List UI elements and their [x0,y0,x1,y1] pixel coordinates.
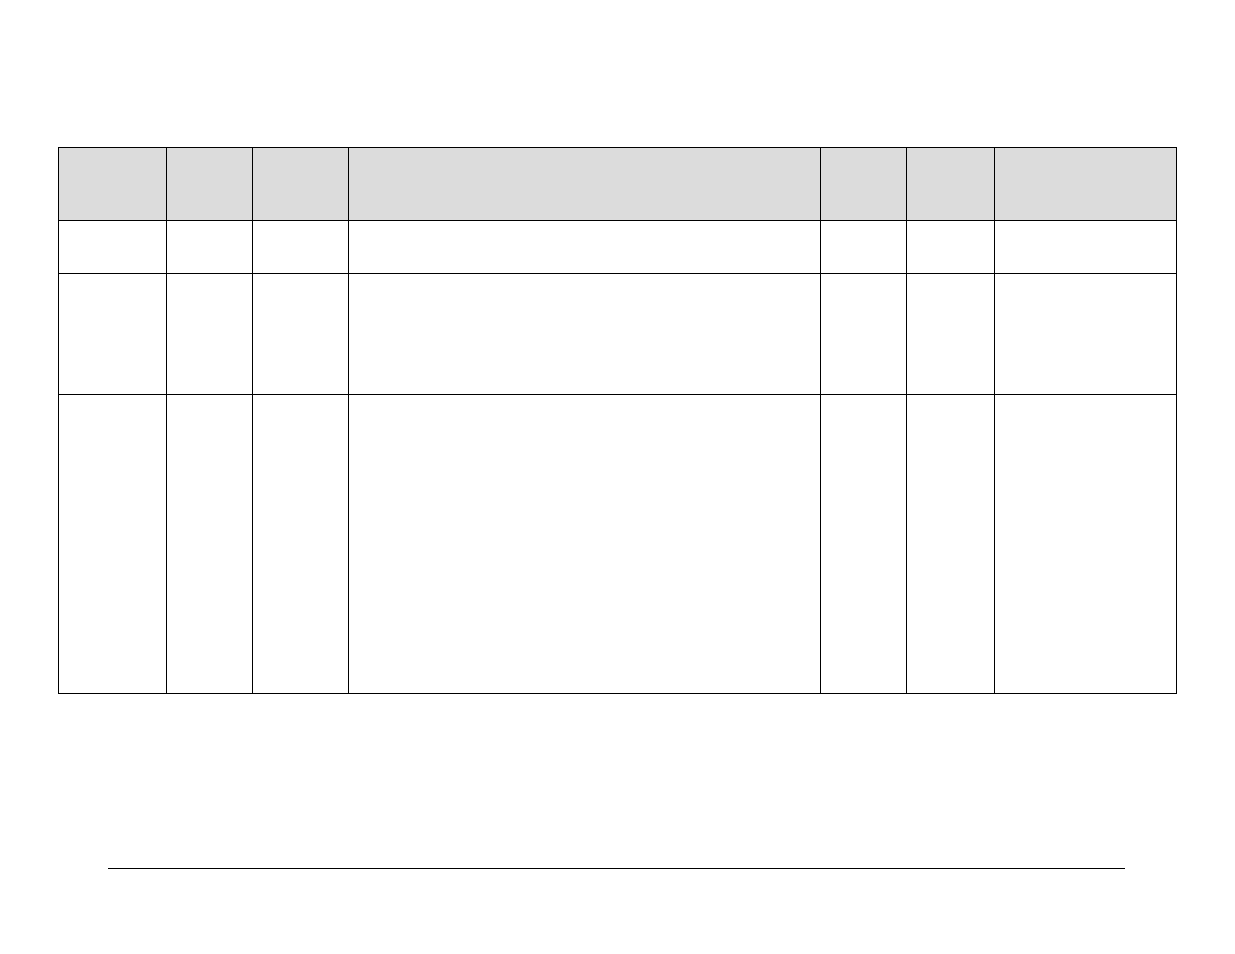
table-cell [821,221,907,274]
table-cell [253,221,349,274]
table-header-cell [349,148,821,221]
table-row [59,221,1177,274]
table-cell [907,274,995,395]
table-cell [253,395,349,694]
table-header-row [59,148,1177,221]
table-cell [167,274,253,395]
table-cell [59,395,167,694]
table-header-cell [167,148,253,221]
table-cell [995,395,1177,694]
footer-divider [108,868,1125,869]
table-cell [59,221,167,274]
table-cell [995,221,1177,274]
table-header-cell [821,148,907,221]
table-row [59,274,1177,395]
table-cell [907,221,995,274]
table-cell [907,395,995,694]
page [0,0,1235,954]
table-cell [349,221,821,274]
table-cell [821,274,907,395]
table-cell [349,274,821,395]
document-table [58,147,1177,694]
table-cell [167,221,253,274]
table-cell [167,395,253,694]
table-cell [821,395,907,694]
table-header-cell [59,148,167,221]
table-row [59,395,1177,694]
table-header-cell [907,148,995,221]
table-cell [253,274,349,395]
table-cell [349,395,821,694]
table-header-cell [995,148,1177,221]
table-header-cell [253,148,349,221]
table-cell [995,274,1177,395]
table-cell [59,274,167,395]
